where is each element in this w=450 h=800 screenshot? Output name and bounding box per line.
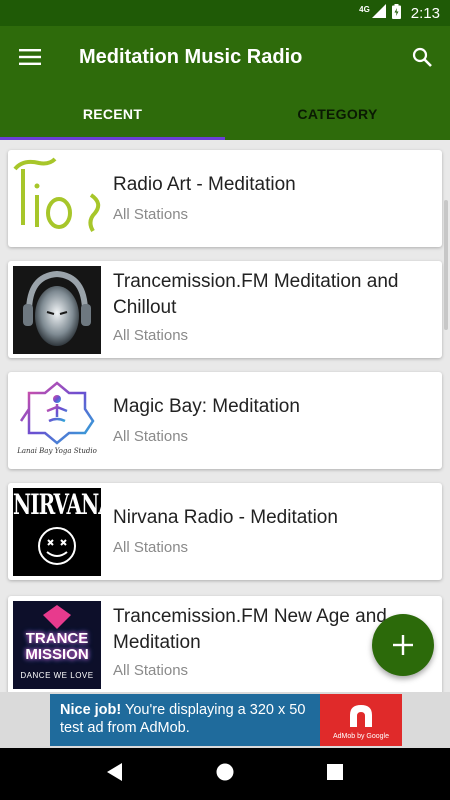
network-type: 4G: [359, 5, 370, 14]
list-scrollbar[interactable]: [444, 200, 448, 330]
home-icon[interactable]: [216, 763, 234, 786]
battery-icon: [391, 3, 401, 23]
station-category: All Stations: [113, 327, 189, 344]
station-name: Trancemission.FM Meditation and Chillout: [113, 271, 399, 318]
station-category: All Stations: [113, 206, 189, 223]
station-logo-radio-art: [13, 155, 101, 243]
tab-recent[interactable]: RECENT: [0, 88, 225, 140]
station-logo-nirvana: NIRVANA: [13, 488, 101, 576]
station-logo-trancemission-new-age: TRANCE MISSION DANCE WE LOVE: [13, 601, 101, 689]
app-bar: Meditation Music Radio RECENT CATEGORY: [0, 26, 450, 140]
add-fab-button[interactable]: [372, 614, 434, 676]
ad-text: Nice job! You're displaying a 320 x 50 t…: [50, 694, 320, 746]
search-icon[interactable]: [394, 26, 450, 88]
ad-content[interactable]: Nice job! You're displaying a 320 x 50 t…: [50, 694, 402, 746]
station-name: Magic Bay: Meditation: [113, 396, 300, 417]
station-logo-magic-bay: Lanai Bay Yoga Studio: [13, 377, 101, 465]
station-list[interactable]: Radio Art - Meditation All Stations Tran…: [0, 140, 450, 692]
back-icon[interactable]: [106, 762, 123, 786]
clock: 2:13: [410, 4, 440, 22]
admob-logo: AdMob by Google: [320, 694, 402, 746]
station-name: Radio Art - Meditation: [113, 174, 296, 195]
magic-bay-logo-text: Lanai Bay Yoga Studio: [17, 447, 97, 455]
tab-bar: RECENT CATEGORY: [0, 88, 450, 140]
station-card-magic-bay[interactable]: Lanai Bay Yoga Studio Magic Bay: Meditat…: [8, 372, 442, 469]
station-logo-trancemission-chillout: [13, 266, 101, 354]
signal-icon: [371, 4, 386, 22]
station-card-trancemission-chillout[interactable]: Trancemission.FM Meditation and Chillout…: [8, 261, 442, 358]
station-card-nirvana[interactable]: NIRVANA Nirvana Radio - Meditation All S…: [8, 483, 442, 580]
status-bar: 4G 2:13: [0, 0, 450, 26]
menu-icon[interactable]: [0, 26, 60, 88]
ad-banner[interactable]: Nice job! You're displaying a 320 x 50 t…: [0, 692, 450, 748]
station-name: Nirvana Radio - Meditation: [113, 507, 338, 528]
station-card-radio-art[interactable]: Radio Art - Meditation All Stations: [8, 150, 442, 247]
system-nav-bar: [0, 748, 450, 800]
trancemission-logo-tagline: DANCE WE LOVE: [20, 671, 94, 680]
admob-icon: [350, 704, 372, 727]
ad-headline: Nice job!: [60, 702, 122, 718]
tab-category[interactable]: CATEGORY: [225, 88, 450, 140]
station-category: All Stations: [113, 539, 189, 556]
recents-icon[interactable]: [327, 763, 344, 785]
app-title: Meditation Music Radio: [79, 45, 303, 68]
station-category: All Stations: [113, 428, 189, 445]
plus-icon: [393, 635, 413, 655]
trancemission-logo-text: TRANCE MISSION: [25, 630, 89, 663]
admob-brand-text: AdMob by Google: [332, 732, 390, 740]
